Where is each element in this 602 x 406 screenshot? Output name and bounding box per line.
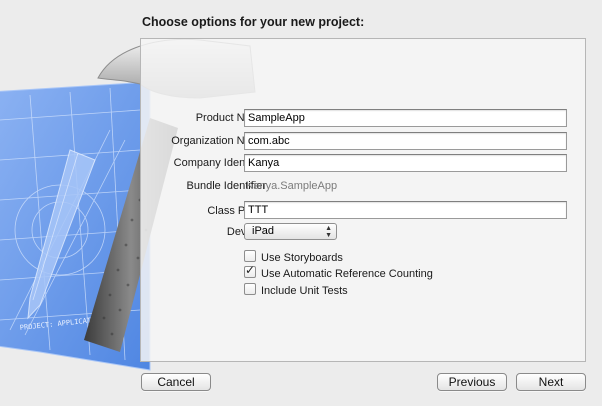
use-storyboards-checkbox[interactable]: Use Storyboards <box>244 250 343 264</box>
bundle-identifier-value: Kanya.SampleApp <box>246 180 338 192</box>
up-down-arrows-icon: ▲ ▼ <box>325 225 332 239</box>
checkbox-box[interactable]: ✓ <box>244 263 256 278</box>
checkbox-label: Use Automatic Reference Counting <box>261 268 433 280</box>
checkbox-label: Use Storyboards <box>261 252 343 264</box>
include-unit-tests-checkbox[interactable]: Include Unit Tests <box>244 283 348 297</box>
use-arc-checkbox[interactable]: ✓ Use Automatic Reference Counting <box>244 263 433 280</box>
devices-selected: iPad <box>252 225 275 237</box>
company-identifier-field[interactable]: Kanya <box>244 154 567 172</box>
next-button[interactable]: Next <box>516 373 586 391</box>
cancel-button[interactable]: Cancel <box>141 373 211 391</box>
checkbox-box[interactable] <box>244 250 256 262</box>
devices-popup[interactable]: iPad ▲ ▼ <box>244 223 337 240</box>
class-prefix-field[interactable]: TTT <box>244 201 567 219</box>
organization-name-field[interactable]: com.abc <box>244 132 567 150</box>
previous-button[interactable]: Previous <box>437 373 507 391</box>
checkmark-icon: ✓ <box>245 263 256 277</box>
options-panel <box>140 38 586 362</box>
checkbox-label: Include Unit Tests <box>261 285 348 297</box>
dialog-title: Choose options for your new project: <box>142 15 365 29</box>
checkbox-box[interactable] <box>244 283 256 295</box>
product-name-field[interactable]: SampleApp <box>244 109 567 127</box>
